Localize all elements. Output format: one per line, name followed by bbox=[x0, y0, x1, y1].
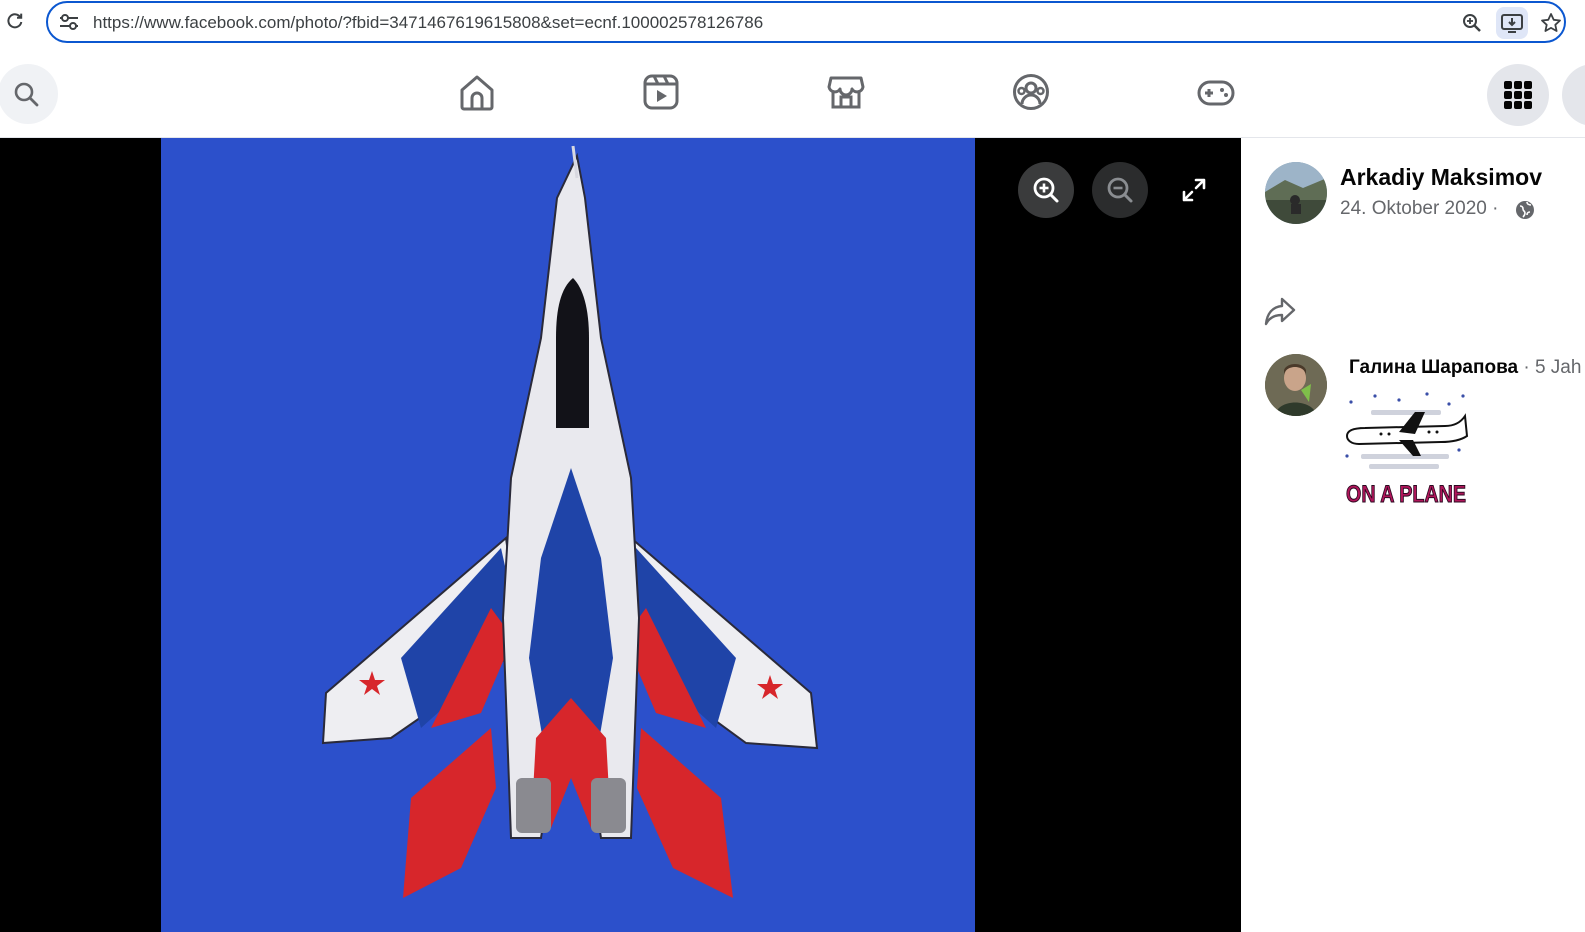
zoom-in-button[interactable] bbox=[1018, 162, 1074, 218]
post-date[interactable]: 24. Oktober 2020 bbox=[1340, 198, 1487, 219]
reload-icon[interactable] bbox=[5, 11, 25, 31]
globe-icon bbox=[1515, 200, 1535, 225]
on-a-plane-sticker[interactable]: ON A PLANE bbox=[1341, 390, 1471, 514]
browser-toolbar: https://www.facebook.com/photo/?fbid=347… bbox=[0, 0, 1585, 46]
gaming-icon bbox=[1197, 80, 1235, 106]
tab-gaming[interactable] bbox=[1196, 72, 1236, 112]
tab-marketplace[interactable] bbox=[826, 72, 866, 112]
site-info-icon[interactable] bbox=[58, 12, 80, 32]
jet-illustration bbox=[161, 138, 975, 932]
zoom-out-icon bbox=[1107, 177, 1133, 203]
zoom-out-button[interactable] bbox=[1092, 162, 1148, 218]
facebook-top-nav bbox=[0, 48, 1585, 138]
messenger-button[interactable] bbox=[1562, 64, 1585, 126]
search-icon bbox=[14, 82, 39, 107]
meta-separator: · bbox=[1492, 198, 1499, 219]
fullscreen-button[interactable] bbox=[1166, 162, 1222, 218]
fullscreen-icon bbox=[1182, 178, 1206, 202]
photo-viewer bbox=[0, 138, 1241, 932]
address-bar[interactable]: https://www.facebook.com/photo/?fbid=347… bbox=[46, 1, 1566, 43]
install-app-icon[interactable] bbox=[1496, 7, 1528, 39]
post-details-panel: Arkadiy Maksimov 24. Oktober 2020 · Гали… bbox=[1241, 138, 1585, 932]
share-icon[interactable] bbox=[1263, 294, 1297, 333]
menu-button[interactable] bbox=[1487, 64, 1549, 126]
comment-header: Галина Шарапова · 5 Jah bbox=[1349, 357, 1581, 379]
star-icon[interactable] bbox=[1539, 11, 1563, 35]
menu-grid-icon bbox=[1504, 81, 1532, 109]
groups-icon bbox=[1013, 74, 1049, 110]
post-meta: 24. Oktober 2020 · bbox=[1340, 198, 1498, 220]
zoom-in-icon bbox=[1033, 177, 1059, 203]
tab-home[interactable] bbox=[457, 72, 497, 112]
marketplace-icon bbox=[827, 76, 865, 109]
sticker-caption: ON A PLANE bbox=[1346, 481, 1466, 508]
search-button[interactable] bbox=[0, 64, 58, 124]
home-icon bbox=[460, 75, 494, 111]
author-avatar[interactable] bbox=[1265, 162, 1327, 224]
url-text[interactable]: https://www.facebook.com/photo/?fbid=347… bbox=[93, 13, 763, 33]
comment-time[interactable]: · 5 Jah bbox=[1523, 357, 1581, 378]
post-author-name[interactable]: Arkadiy Maksimov bbox=[1340, 164, 1542, 191]
zoom-icon[interactable] bbox=[1460, 11, 1484, 35]
commenter-name[interactable]: Галина Шарапова bbox=[1349, 357, 1518, 378]
video-icon bbox=[643, 74, 679, 110]
tab-groups[interactable] bbox=[1011, 72, 1051, 112]
commenter-avatar[interactable] bbox=[1265, 354, 1327, 416]
tab-video[interactable] bbox=[641, 72, 681, 112]
post-photo[interactable] bbox=[161, 138, 975, 932]
